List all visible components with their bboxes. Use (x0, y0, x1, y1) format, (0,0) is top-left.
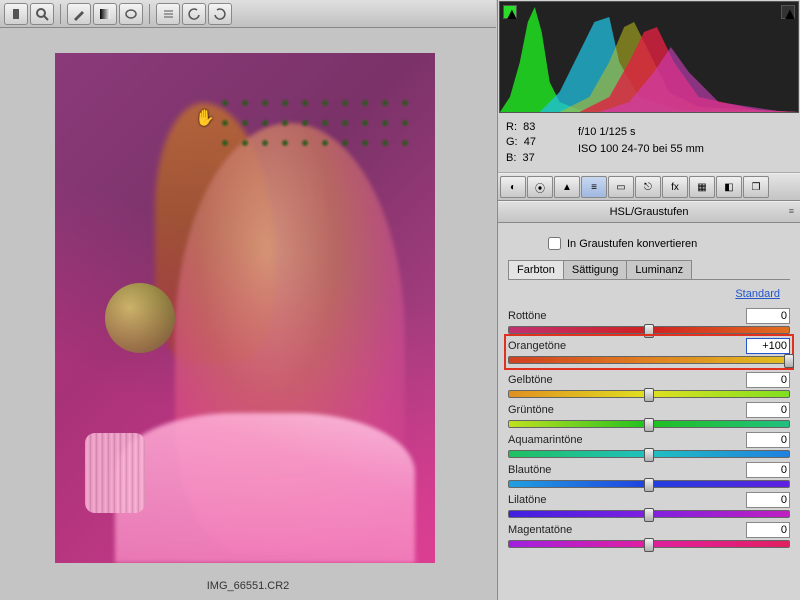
curve-panel-icon[interactable]: ⦿ (527, 176, 553, 198)
slider-track[interactable] (508, 450, 790, 458)
slider-label: Aquamarintöne (508, 434, 583, 446)
snapshot-panel-icon[interactable]: ❐ (743, 176, 769, 198)
slider-row-gelbtöne: Gelbtöne (508, 372, 790, 398)
hsl-tabs: Farbton Sättigung Luminanz (508, 260, 790, 280)
g-label: G: (506, 136, 518, 148)
slider-track[interactable] (508, 420, 790, 428)
slider-thumb[interactable] (644, 478, 654, 492)
toolbar-separator (60, 4, 61, 24)
gradient-tool-icon[interactable] (93, 3, 117, 25)
exif-line1: f/10 1/125 s (578, 124, 792, 141)
presets-panel-icon[interactable]: ◧ (716, 176, 742, 198)
slider-thumb[interactable] (644, 418, 654, 432)
default-link[interactable]: Standard (508, 284, 790, 304)
section-menu-icon[interactable]: ≡ (789, 206, 794, 216)
slider-value-input[interactable] (746, 492, 790, 508)
hsl-section-body: In Graustufen konvertieren Farbton Sätti… (498, 223, 800, 600)
r-label: R: (506, 121, 517, 133)
slider-track[interactable] (508, 390, 790, 398)
slider-row-lilatöne: Lilatöne (508, 492, 790, 518)
fx-panel-icon[interactable]: fx (662, 176, 688, 198)
image-info: R: 83 G: 47 B: 37 f/10 1/125 s ISO 100 2… (498, 114, 800, 173)
slider-label: Blautöne (508, 464, 551, 476)
zoom-tool-icon[interactable] (30, 3, 54, 25)
slider-label: Gelbtöne (508, 374, 553, 386)
hand-cursor-icon: ✋ (195, 108, 215, 128)
slider-track[interactable] (508, 510, 790, 518)
hsl-panel-icon[interactable]: ≡ (581, 176, 607, 198)
slider-row-orangetöne: Orangetöne (506, 336, 792, 368)
detail-panel-icon[interactable]: ▲ (554, 176, 580, 198)
slider-value-input[interactable] (746, 432, 790, 448)
slider-label: Lilatöne (508, 494, 547, 506)
hand-tool-icon[interactable] (4, 3, 28, 25)
ellipse-tool-icon[interactable] (119, 3, 143, 25)
tab-luminance[interactable]: Luminanz (626, 260, 692, 279)
slider-value-input[interactable] (746, 308, 790, 324)
panel-tab-icons: ◐ ⦿ ▲ ≡ ▭ ⎋ fx ▦ ◧ ❐ (498, 173, 800, 201)
slider-thumb[interactable] (644, 508, 654, 522)
b-label: B: (506, 152, 516, 164)
slider-track[interactable] (508, 356, 790, 364)
slider-label: Rottöne (508, 310, 547, 322)
slider-value-input[interactable] (746, 402, 790, 418)
slider-row-aquamarintöne: Aquamarintöne (508, 432, 790, 458)
slider-thumb[interactable] (644, 538, 654, 552)
slider-label: Orangetöne (508, 340, 566, 352)
toolbar (0, 0, 496, 28)
highlight-clip-indicator[interactable]: ▲ (781, 5, 795, 19)
filename-label: IMG_66551.CR2 (0, 580, 496, 592)
slider-value-input[interactable] (746, 462, 790, 478)
grayscale-checkbox[interactable] (548, 237, 561, 250)
rotate-ccw-icon[interactable] (182, 3, 206, 25)
slider-row-blautöne: Blautöne (508, 462, 790, 488)
histogram[interactable]: ▲ ▲ (499, 1, 799, 113)
list-tool-icon[interactable] (156, 3, 180, 25)
rotate-cw-icon[interactable] (208, 3, 232, 25)
image-preview[interactable]: ✋ (55, 53, 435, 563)
slider-track[interactable] (508, 326, 790, 334)
slider-track[interactable] (508, 540, 790, 548)
slider-row-magentatöne: Magentatöne (508, 522, 790, 548)
r-value: 83 (523, 121, 535, 133)
slider-row-grüntöne: Grüntöne (508, 402, 790, 428)
slider-row-rottöne: Rottöne (508, 308, 790, 334)
slider-value-input[interactable] (746, 522, 790, 538)
slider-value-input[interactable] (746, 338, 790, 354)
slider-label: Grüntöne (508, 404, 554, 416)
side-panel: ▲ ▲ R: 83 G: 47 B: 37 f/10 1/125 s ISO 1… (497, 0, 800, 600)
slider-track[interactable] (508, 480, 790, 488)
slider-thumb[interactable] (644, 448, 654, 462)
lens-panel-icon[interactable]: ⎋ (635, 176, 661, 198)
exif-line2: ISO 100 24-70 bei 55 mm (578, 141, 792, 158)
brush-tool-icon[interactable] (67, 3, 91, 25)
slider-value-input[interactable] (746, 372, 790, 388)
slider-thumb[interactable] (644, 388, 654, 402)
grayscale-label: In Graustufen konvertieren (567, 238, 697, 250)
toolbar-separator (149, 4, 150, 24)
tab-saturation[interactable]: Sättigung (563, 260, 627, 279)
calib-panel-icon[interactable]: ▦ (689, 176, 715, 198)
slider-label: Magentatöne (508, 524, 572, 536)
tab-hue[interactable]: Farbton (508, 260, 564, 279)
b-value: 37 (523, 152, 535, 164)
slider-thumb[interactable] (784, 354, 794, 368)
basic-panel-icon[interactable]: ◐ (500, 176, 526, 198)
g-value: 47 (524, 136, 536, 148)
main-canvas-area: ✋ IMG_66551.CR2 (0, 28, 496, 600)
section-title: HSL/Graustufen (610, 206, 689, 218)
shadow-clip-indicator[interactable]: ▲ (503, 5, 517, 19)
split-panel-icon[interactable]: ▭ (608, 176, 634, 198)
section-header: HSL/Graustufen ≡ (498, 201, 800, 223)
